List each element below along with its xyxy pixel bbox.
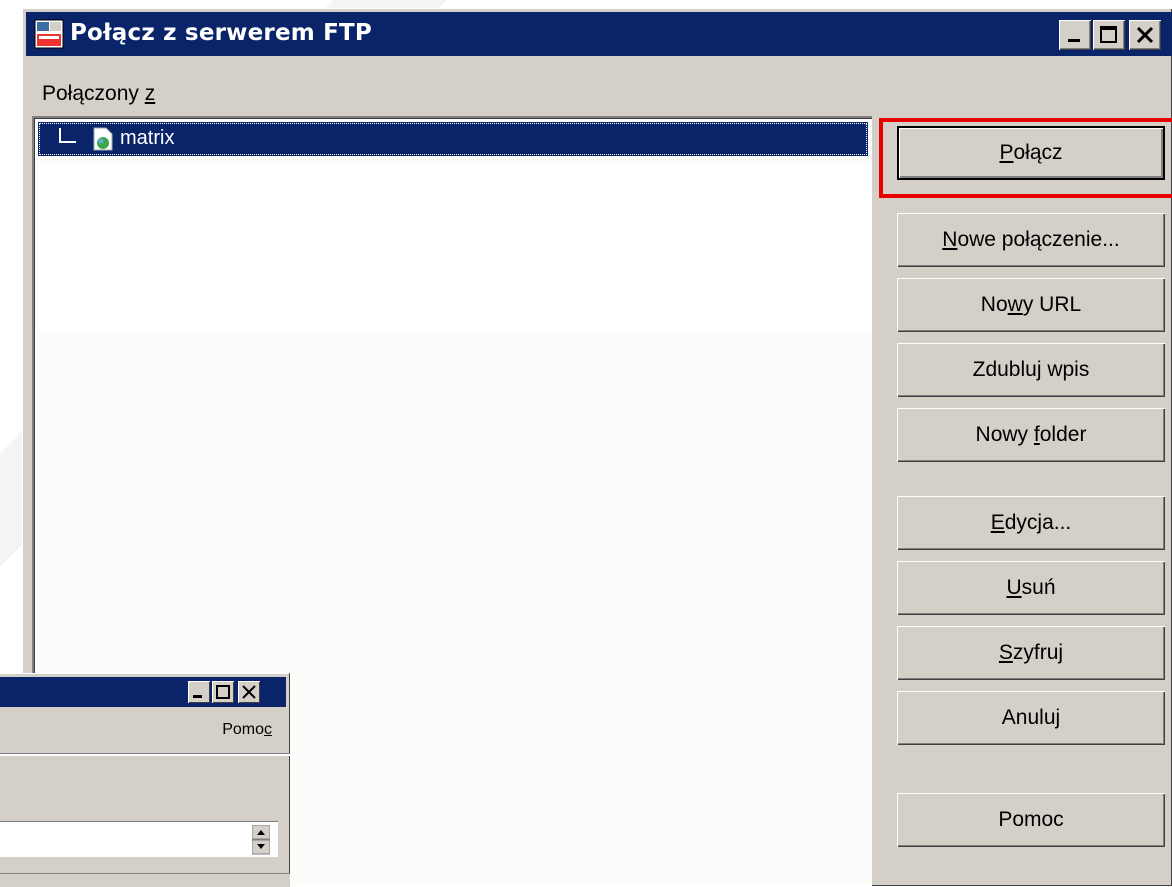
tree-connector-icon (59, 128, 76, 143)
encrypt-button[interactable]: Szyfruj (897, 626, 1165, 680)
background-window: Pomoc (0, 673, 290, 887)
help-button[interactable]: Pomoc (897, 793, 1165, 847)
dialog-titlebar[interactable]: Połącz z serwerem FTP (26, 12, 1172, 56)
btn-accel: S (998, 641, 1013, 664)
close-button[interactable] (1129, 20, 1161, 50)
connected-label-text: Połączony (42, 82, 145, 105)
btn-text: dycja... (1004, 511, 1072, 534)
btn-text: Nowy (975, 423, 1034, 446)
bg-status-bar (0, 873, 290, 887)
maximize-icon (216, 685, 230, 699)
minimize-icon (1068, 39, 1080, 42)
menu-help-key: c (264, 721, 272, 738)
dialog-title: Połącz z serwerem FTP (70, 20, 372, 46)
close-icon (242, 685, 256, 699)
bg-text-field[interactable] (0, 821, 278, 857)
delete-button[interactable]: Usuń (897, 561, 1165, 615)
connected-label-key: z (144, 82, 156, 105)
new-folder-button[interactable]: Nowy folder (897, 408, 1165, 462)
btn-accel: N (942, 228, 958, 251)
btn-text: owe połączenie... (957, 228, 1120, 251)
minimize-button[interactable] (1059, 20, 1091, 50)
menu-separator (0, 753, 290, 756)
btn-text: zyfruj (1012, 641, 1064, 664)
new-connection-button[interactable]: Nowe połączenie... (897, 213, 1165, 267)
app-icon (34, 19, 64, 49)
bg-maximize-button[interactable] (212, 681, 234, 703)
tree-item-matrix[interactable]: matrix (38, 122, 868, 156)
background-window-titlebar[interactable] (0, 677, 286, 707)
maximize-icon (1100, 26, 1117, 43)
btn-text: Pomoc (998, 808, 1064, 831)
btn-text: Zdubluj wpis (972, 358, 1090, 381)
new-url-button[interactable]: Nowy URL (897, 278, 1165, 332)
bg-close-button[interactable] (238, 681, 260, 703)
btn-accel: w (1007, 293, 1023, 316)
cancel-button[interactable]: Anuluj (897, 691, 1165, 745)
btn-accel: E (990, 511, 1005, 534)
btn-text: older (1039, 423, 1087, 446)
maximize-button[interactable] (1093, 20, 1125, 50)
menu-help-text: Pomo (222, 721, 264, 738)
btn-text: Anuluj (1001, 706, 1061, 729)
btn-accel: U (1006, 576, 1022, 599)
bg-menu-help[interactable]: Pomoc (222, 721, 272, 739)
close-icon (1136, 26, 1154, 44)
bg-minimize-button[interactable] (188, 681, 210, 703)
tree-item-label: matrix (120, 127, 175, 149)
btn-text: y URL (1022, 293, 1082, 316)
minimize-icon (193, 695, 202, 698)
connect-highlight-box (879, 118, 1172, 198)
edit-button[interactable]: Edycja... (897, 496, 1165, 550)
connected-label: Połączony z (42, 82, 155, 106)
duplicate-entry-button[interactable]: Zdubluj wpis (897, 343, 1165, 397)
list-highlight-area (36, 162, 872, 330)
ftp-site-icon (93, 127, 113, 151)
scroll-spinner-icon[interactable] (252, 825, 270, 855)
btn-text: suń (1021, 576, 1056, 599)
btn-text: No (980, 293, 1008, 316)
